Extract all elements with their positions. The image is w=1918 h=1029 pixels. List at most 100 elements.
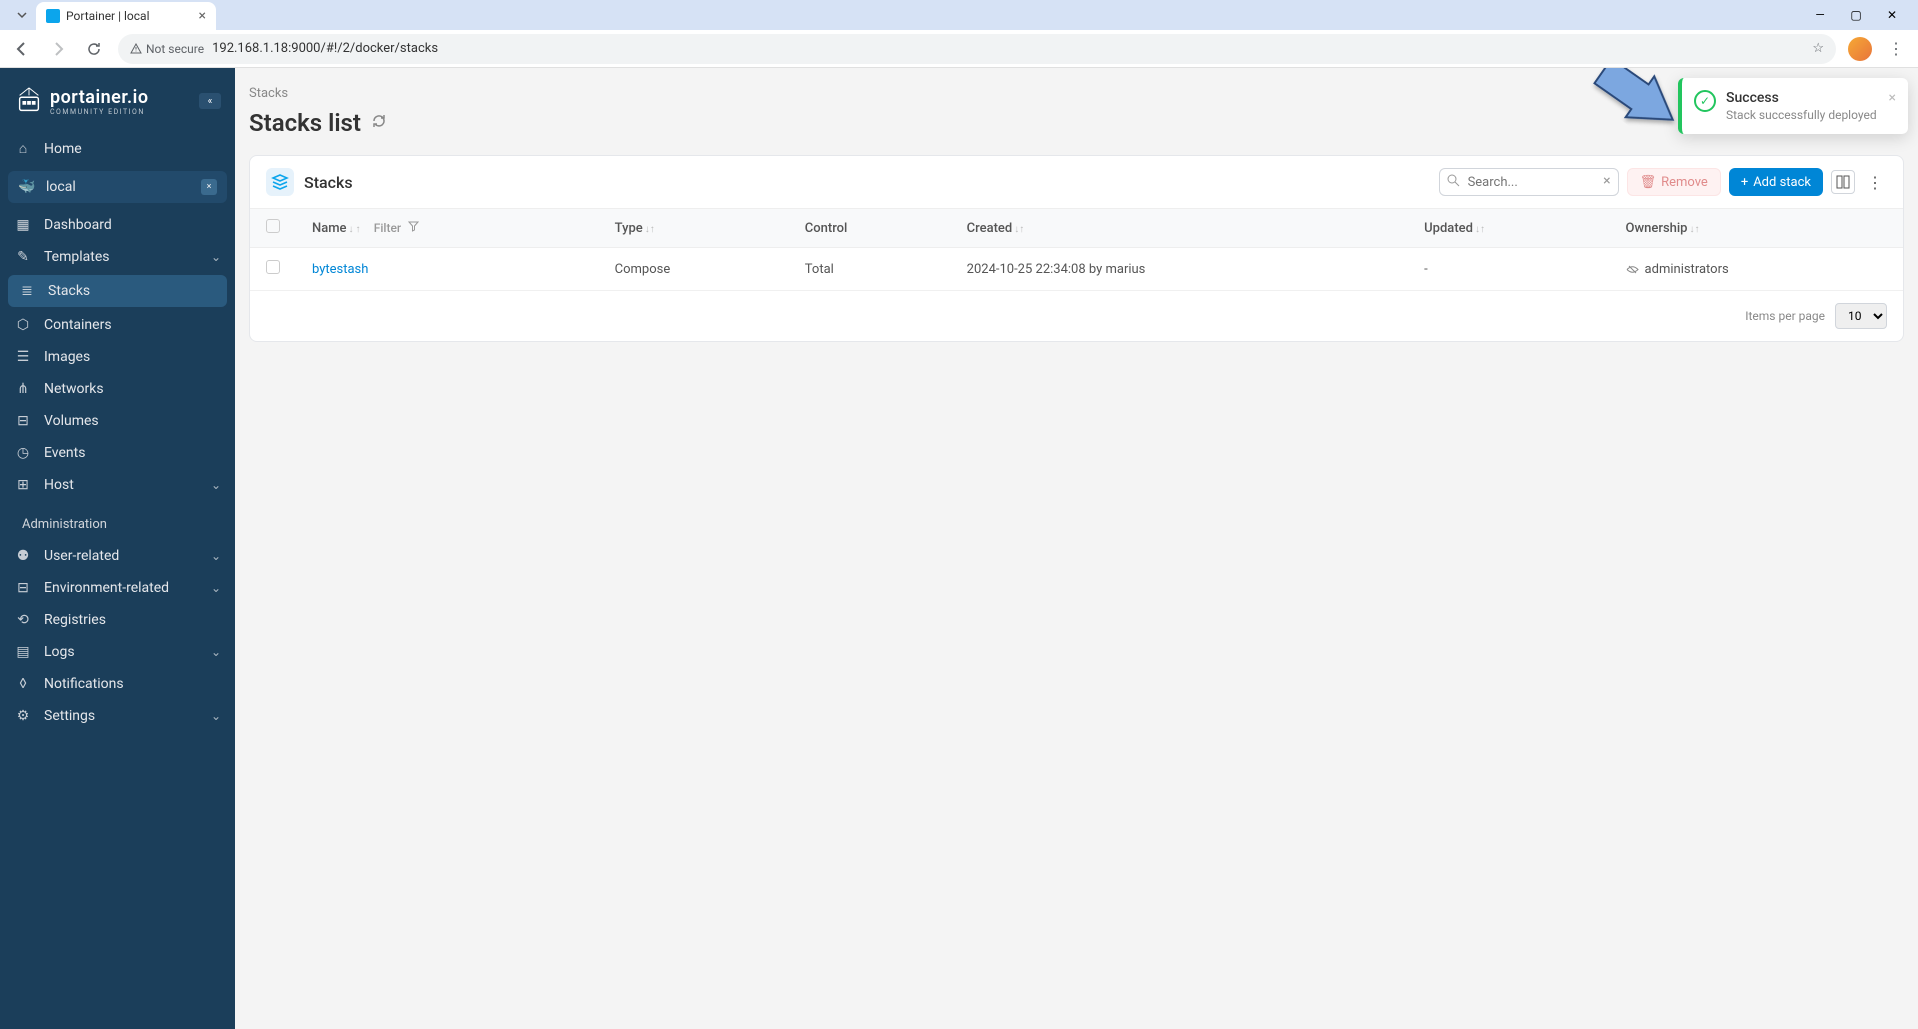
security-indicator[interactable]: Not secure [130, 42, 204, 56]
chevron-down-icon: ⌄ [211, 709, 221, 723]
row-checkbox[interactable] [266, 260, 280, 274]
sidebar-item-stacks[interactable]: ≣Stacks [8, 275, 227, 307]
browser-tab[interactable]: Portainer | local × [36, 2, 216, 30]
cell-updated: - [1408, 248, 1609, 291]
settings-icon: ⚙ [14, 708, 32, 724]
url-text: 192.168.1.18:9000/#!/2/docker/stacks [212, 41, 438, 56]
eye-off-icon [1626, 262, 1639, 277]
sidebar-item-label: Logs [44, 644, 75, 660]
reload-button[interactable] [82, 37, 106, 61]
forward-button[interactable] [46, 37, 70, 61]
sidebar-item-environment-related[interactable]: ⊟Environment-related⌄ [0, 572, 235, 604]
logo-subtitle: COMMUNITY EDITION [50, 108, 149, 116]
sidebar-item-label: Stacks [48, 283, 90, 299]
toast-title: Success [1726, 90, 1879, 106]
sidebar-item-templates[interactable]: ✎Templates⌄ [0, 241, 235, 273]
sidebar-item-label: Environment-related [44, 580, 169, 596]
browser-titlebar: Portainer | local × — ▢ ✕ [0, 0, 1918, 30]
networks-icon: ⋔ [14, 381, 32, 397]
sidebar-item-label: Home [44, 141, 82, 157]
sidebar-item-label: Containers [44, 317, 112, 333]
registries-icon: ⟲ [14, 612, 32, 628]
browser-toolbar: Not secure 192.168.1.18:9000/#!/2/docker… [0, 30, 1918, 68]
items-per-page-select[interactable]: 10 [1835, 303, 1887, 329]
portainer-favicon [46, 9, 60, 23]
sidebar-item-label: Notifications [44, 676, 124, 692]
sidebar-item-volumes[interactable]: ⊟ Volumes [0, 405, 235, 437]
column-name[interactable]: Name↓↑ Filter [296, 209, 599, 248]
toast-close-icon[interactable]: × [1889, 90, 1896, 106]
sidebar-item-user-related[interactable]: ⚉User-related⌄ [0, 540, 235, 572]
not-secure-label: Not secure [146, 42, 204, 56]
notifications-icon: ◊ [14, 676, 32, 692]
sidebar-item-images[interactable]: ☰ Images [0, 341, 235, 373]
stacks-icon [266, 168, 294, 196]
stacks-card: Stacks × 🗑 Remove + [249, 155, 1904, 342]
admin-section-title: Administration [0, 501, 235, 540]
trash-icon: 🗑 [1640, 175, 1657, 190]
sidebar-item-logs[interactable]: ▤Logs⌄ [0, 636, 235, 668]
sidebar-item-events[interactable]: ◷ Events [0, 437, 235, 469]
filter-icon[interactable] [408, 221, 419, 236]
env-close-icon[interactable]: × [201, 179, 217, 195]
user-related-icon: ⚉ [14, 548, 32, 564]
sidebar-item-label: Volumes [44, 413, 99, 429]
column-type[interactable]: Type↓↑ [599, 209, 789, 248]
remove-button[interactable]: 🗑 Remove [1627, 168, 1721, 196]
sidebar-item-dashboard[interactable]: ▦Dashboard [0, 209, 235, 241]
sidebar-item-networks[interactable]: ⋔ Networks [0, 373, 235, 405]
breadcrumb[interactable]: Stacks [249, 86, 1904, 101]
table-row: bytestash Compose Total 2024-10-25 22:34… [250, 248, 1903, 291]
portainer-logo[interactable]: portainer.io COMMUNITY EDITION [14, 86, 149, 116]
templates-icon: ✎ [14, 249, 32, 265]
sidebar-env-selector[interactable]: 🐳 local × [8, 171, 227, 203]
select-all-checkbox[interactable] [266, 219, 280, 233]
sidebar-item-home[interactable]: ⌂ Home [0, 132, 235, 165]
minimize-button[interactable]: — [1806, 3, 1834, 27]
toast-message: Stack successfully deployed [1726, 108, 1879, 122]
chevron-down-icon: ⌄ [211, 250, 221, 264]
host-icon: ⊞ [14, 477, 32, 493]
sidebar-item-label: Host [44, 477, 74, 493]
logs-icon: ▤ [14, 644, 32, 660]
sidebar-item-notifications[interactable]: ◊ Notifications [0, 668, 235, 700]
sidebar-item-registries[interactable]: ⟲Registries [0, 604, 235, 636]
images-icon: ☰ [14, 349, 32, 365]
column-created[interactable]: Created↓↑ [951, 209, 1409, 248]
back-button[interactable] [10, 37, 34, 61]
sidebar-item-label: Events [44, 445, 85, 461]
volumes-icon: ⊟ [14, 413, 32, 429]
columns-button[interactable] [1831, 170, 1855, 194]
column-control[interactable]: Control [789, 209, 951, 248]
sidebar-item-containers[interactable]: ⬡Containers [0, 309, 235, 341]
chevron-down-icon: ⌄ [211, 549, 221, 563]
close-window-button[interactable]: ✕ [1878, 3, 1906, 27]
sidebar-item-label: Settings [44, 708, 95, 724]
sidebar-item-label: Images [44, 349, 90, 365]
sidebar: portainer.io COMMUNITY EDITION « ⌂ Home … [0, 68, 235, 1029]
column-updated[interactable]: Updated↓↑ [1408, 209, 1609, 248]
docker-icon: 🐳 [18, 179, 36, 195]
add-stack-button[interactable]: + Add stack [1729, 168, 1823, 196]
tab-dropdown[interactable] [12, 5, 32, 25]
profile-avatar[interactable] [1848, 37, 1872, 61]
address-bar[interactable]: Not secure 192.168.1.18:9000/#!/2/docker… [118, 34, 1836, 64]
search-input[interactable] [1439, 168, 1619, 196]
column-ownership[interactable]: Ownership↓↑ [1610, 209, 1903, 248]
maximize-button[interactable]: ▢ [1842, 3, 1870, 27]
stacks-table: Name↓↑ Filter Type↓↑ Control Created↓↑ U… [250, 208, 1903, 291]
warning-icon [130, 43, 142, 55]
sidebar-item-host[interactable]: ⊞Host⌄ [0, 469, 235, 501]
browser-menu-icon[interactable]: ⋮ [1884, 37, 1908, 61]
refresh-icon[interactable] [371, 113, 387, 133]
clear-search-icon[interactable]: × [1603, 173, 1610, 189]
stack-name-link[interactable]: bytestash [312, 262, 368, 277]
cell-type: Compose [599, 248, 789, 291]
sidebar-item-settings[interactable]: ⚙ Settings ⌄ [0, 700, 235, 732]
sidebar-item-label: Networks [44, 381, 104, 397]
bookmark-icon[interactable]: ☆ [1812, 41, 1824, 56]
collapse-sidebar-button[interactable]: « [199, 93, 221, 109]
events-icon: ◷ [14, 445, 32, 461]
tab-close-icon[interactable]: × [199, 8, 206, 24]
table-menu-button[interactable]: ⋮ [1863, 170, 1887, 194]
